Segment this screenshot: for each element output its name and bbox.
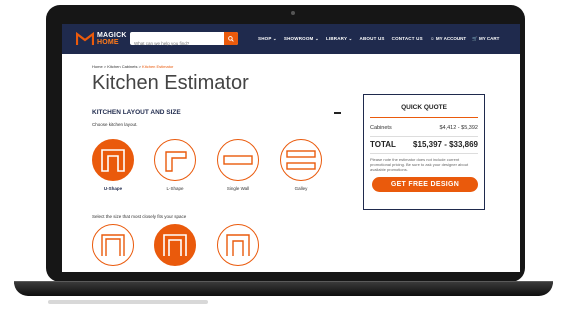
size-option-medium[interactable] [154, 224, 196, 266]
breadcrumb-cabinets[interactable]: Kitchen Cabinets [107, 64, 137, 69]
quote-divider [370, 136, 478, 137]
menu-showroom[interactable]: SHOWROOM ⌄ [284, 36, 319, 42]
layout-option-single-wall[interactable] [217, 139, 259, 181]
breadcrumb-current: Kitchen Estimator [142, 64, 174, 69]
layout-option-galley[interactable] [280, 139, 322, 181]
layout-label-l-shape: L-Shape [166, 186, 184, 191]
cabinets-label: Cabinets [370, 125, 392, 131]
section-title: KITCHEN LAYOUT AND SIZE [92, 109, 181, 116]
breadcrumb-home[interactable]: Home [92, 64, 103, 69]
menu-library[interactable]: LIBRARY ⌄ [326, 36, 353, 42]
layout-label-galley: Galley [294, 186, 308, 191]
large-u-size-icon [226, 234, 250, 256]
total-label: TOTAL [370, 140, 396, 149]
my-cart-label: MY CART [478, 36, 500, 41]
my-cart-link[interactable]: 🛒 MY CART [472, 36, 499, 42]
search-button[interactable] [224, 32, 238, 45]
logo-line1: MAGICK [97, 32, 127, 39]
quick-quote-panel: QUICK QUOTE Cabinets $4,412 - $5,392 TOT… [363, 94, 485, 210]
quote-divider [370, 153, 478, 154]
get-free-design-button[interactable]: GET FREE DESIGN [372, 177, 478, 192]
layout-option-u-shape[interactable] [92, 139, 134, 181]
main-menu: SHOP ⌄ SHOWROOM ⌄ LIBRARY ⌄ ABOUT US CON… [258, 36, 423, 42]
search-box [130, 32, 238, 50]
size-option-small[interactable] [92, 224, 134, 266]
laptop-notch [48, 300, 208, 304]
size-option-large[interactable] [217, 224, 259, 266]
collapse-icon[interactable] [334, 112, 341, 114]
choose-layout-text: Choose kitchen layout. [92, 122, 138, 127]
select-size-text: Select the size that most closely fits y… [92, 214, 187, 219]
quick-quote-title: QUICK QUOTE [401, 104, 447, 111]
logo-line2: HOME [97, 39, 119, 46]
layout-label-u-shape: U-Shape [103, 186, 123, 191]
medium-u-size-icon [163, 234, 187, 256]
logo-text: MAGICK HOME [97, 32, 127, 46]
layout-option-l-shape[interactable] [154, 139, 196, 181]
cart-icon: 🛒 [472, 36, 479, 41]
quote-divider [370, 117, 478, 118]
page-title: Kitchen Estimator [92, 72, 249, 94]
logo-icon [75, 31, 95, 46]
menu-contact[interactable]: CONTACT US [392, 36, 423, 42]
breadcrumb: Home > Kitchen Cabinets > Kitchen Estima… [92, 64, 173, 69]
quote-disclaimer: Please note the estimator does not inclu… [370, 157, 469, 172]
my-account-label: MY ACCOUNT [435, 36, 467, 41]
account-area: ☺ MY ACCOUNT 🛒 MY CART [430, 36, 499, 42]
small-u-size-icon [101, 234, 125, 256]
menu-about[interactable]: ABOUT US [360, 36, 385, 42]
webcam [291, 11, 295, 15]
search-icon [228, 35, 234, 42]
search-input[interactable] [130, 37, 230, 50]
my-account-link[interactable]: ☺ MY ACCOUNT [430, 36, 466, 42]
laptop-base [14, 282, 553, 296]
laptop-screen: MAGICK HOME SHOP ⌄ SHOWROOM ⌄ LIBRARY ⌄ … [62, 24, 520, 272]
quote-total-row: TOTAL $15,397 - $33,869 [370, 140, 478, 149]
total-value: $15,397 - $33,869 [413, 140, 478, 149]
menu-shop[interactable]: SHOP ⌄ [258, 36, 277, 42]
quote-cabinets-row: Cabinets $4,412 - $5,392 [370, 125, 478, 131]
single-wall-icon [223, 155, 253, 165]
top-navbar: MAGICK HOME SHOP ⌄ SHOWROOM ⌄ LIBRARY ⌄ … [62, 24, 520, 54]
l-shape-icon [165, 151, 187, 172]
u-shape-icon [101, 149, 125, 172]
cabinets-value: $4,412 - $5,392 [439, 125, 478, 131]
layout-label-single-wall: Single Wall [226, 186, 250, 191]
galley-icon [286, 150, 316, 170]
brand-logo[interactable]: MAGICK HOME [75, 31, 127, 46]
